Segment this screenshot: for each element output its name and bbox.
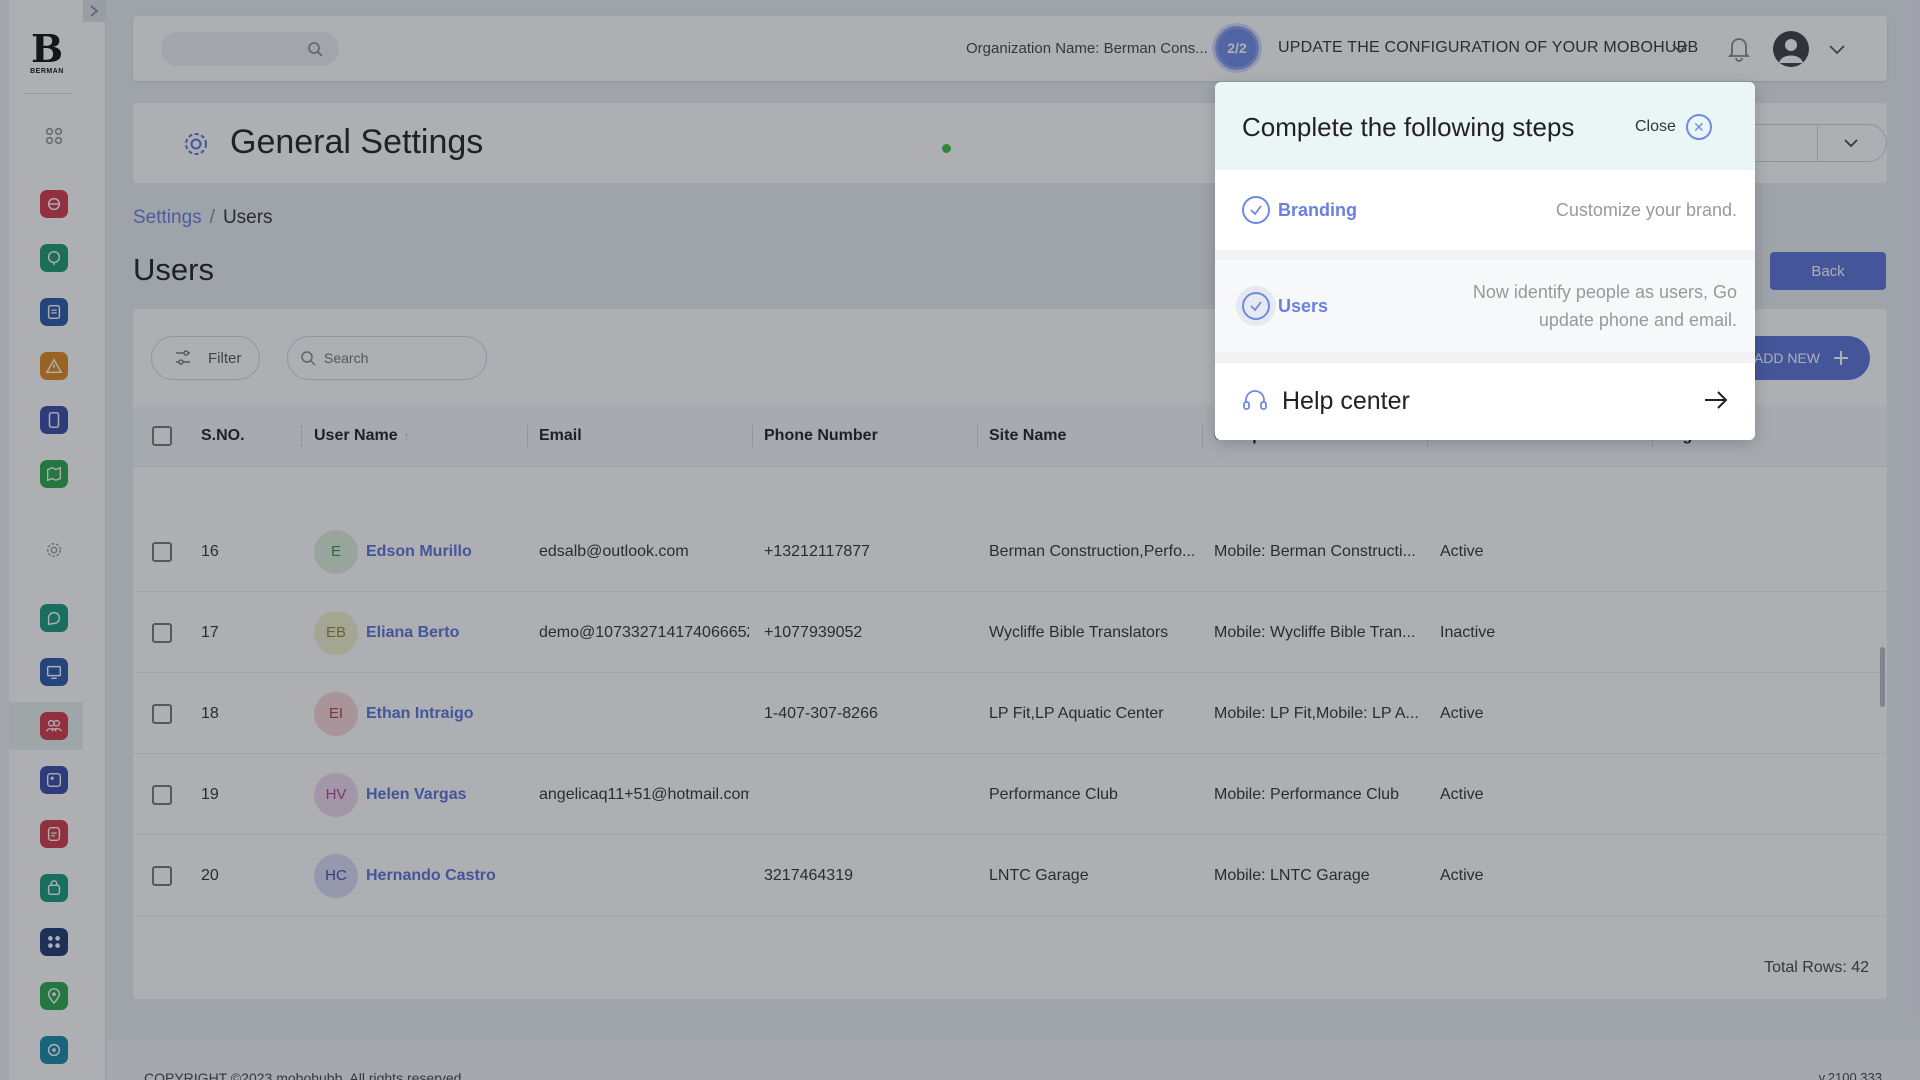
step-branding-label: Branding	[1278, 199, 1357, 220]
step-divider	[1215, 250, 1755, 260]
step-users-description-line1: Now identify people as users, Go	[1472, 282, 1737, 302]
step-users-description: Now identify people as users, Go update …	[1473, 278, 1737, 334]
step-users-label: Users	[1278, 295, 1329, 316]
check-circle-icon	[1242, 196, 1270, 224]
step-branding[interactable]: Branding Customize your brand.	[1215, 170, 1755, 250]
step-users-description-line2: update phone and email.	[1538, 310, 1737, 330]
headset-icon	[1243, 390, 1267, 410]
popup-close-button[interactable]: Close ✕	[1635, 114, 1712, 140]
arrow-right-icon	[1705, 391, 1728, 409]
close-icon: ✕	[1685, 114, 1712, 140]
step-users[interactable]: Users Now identify people as users, Go u…	[1215, 260, 1755, 352]
step-divider	[1215, 352, 1755, 362]
step-branding-description: Customize your brand.	[1555, 200, 1737, 220]
popup-title: Complete the following steps	[1242, 112, 1575, 142]
popup-header: Complete the following steps Close ✕	[1215, 82, 1755, 170]
check-circle-icon	[1242, 292, 1270, 320]
help-center-label: Help center	[1282, 387, 1410, 415]
setup-steps-popup: Complete the following steps Close ✕ Bra…	[1215, 82, 1755, 440]
help-center-link[interactable]: Help center	[1215, 362, 1755, 440]
close-label: Close	[1635, 118, 1676, 135]
